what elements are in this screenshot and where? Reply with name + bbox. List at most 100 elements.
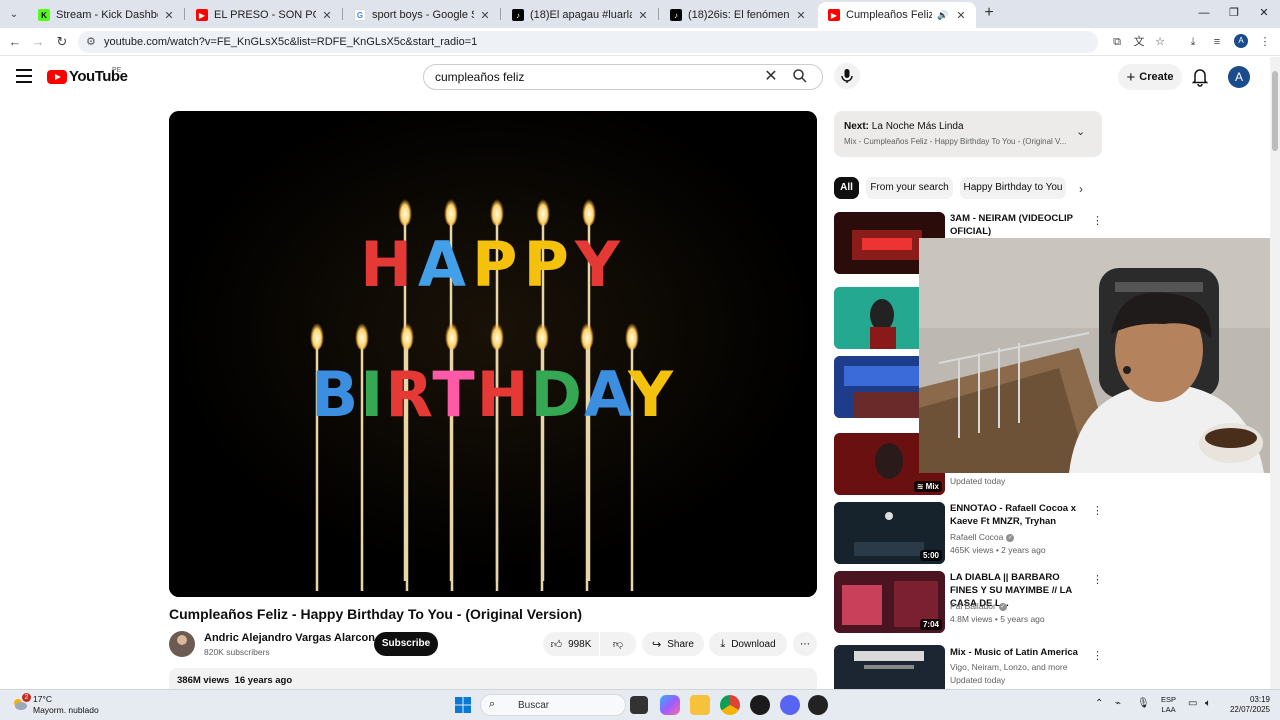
minimize-window-button[interactable]: — (1194, 4, 1214, 22)
create-button[interactable]: + Create (1118, 64, 1182, 90)
weather-description[interactable]: Mayorm. nublado (33, 705, 99, 715)
file-explorer-icon[interactable] (690, 695, 710, 715)
chrome-icon[interactable] (720, 695, 740, 715)
account-avatar[interactable]: A (1228, 66, 1250, 88)
hamburger-menu-icon[interactable] (16, 69, 32, 83)
more-actions-button[interactable]: ⋯ (793, 632, 817, 656)
google-icon: G (354, 9, 366, 21)
playlist-name: Mix - Cumpleaños Feliz - Happy Birthday … (844, 137, 1067, 146)
reload-button[interactable]: ↻ (53, 33, 71, 51)
channel-name[interactable]: Rafaell Cocoa ✓ (950, 532, 1015, 542)
search-icon: ⌕ (489, 698, 496, 710)
weather-temperature[interactable]: 17°C (33, 694, 52, 704)
like-button[interactable]: 👍︎ 998K (543, 632, 599, 656)
chevron-right-icon[interactable]: › (1079, 182, 1083, 196)
video-title[interactable]: ENNOTAO - Rafaell Cocoa x Kaeve Ft MNZR,… (950, 502, 1090, 528)
browser-tab-active-youtube[interactable]: ▶ Cumpleaños Feliz - Happy B 🔊 ✕ (818, 2, 976, 28)
forward-button[interactable]: → (29, 33, 47, 51)
tab-search-icon[interactable]: ⌄ (4, 4, 24, 24)
close-tab-icon[interactable]: ✕ (162, 9, 176, 22)
new-tab-button[interactable]: + (980, 4, 998, 22)
cast-icon[interactable]: ⧉ (1108, 33, 1126, 51)
search-icon[interactable] (790, 68, 810, 86)
video-title[interactable]: 3AM - NEIRAM (VIDEOCLIP OFICIAL) (950, 212, 1090, 238)
wifi-icon[interactable]: ▭ (1188, 698, 1197, 709)
browser-tab-kick[interactable]: K Stream - Kick Dashboard ✕ (28, 2, 184, 28)
dislike-button[interactable]: 👎︎ (600, 632, 636, 656)
search-input[interactable]: cumpleaños feliz ✕ (423, 64, 823, 90)
voice-search-button[interactable] (834, 63, 860, 89)
browser-tab-strip: ⌄ K Stream - Kick Dashboard ✕ ▶ EL PRESO… (0, 0, 1280, 28)
browser-profile-avatar[interactable]: A (1234, 34, 1248, 48)
channel-avatar[interactable] (169, 631, 195, 657)
reading-list-icon[interactable]: ≡ (1208, 33, 1226, 51)
chevron-down-icon[interactable]: ⌄ (1076, 125, 1085, 138)
microphone-tray-icon[interactable]: 🎙︎ (1137, 698, 1150, 709)
video-thumbnail[interactable] (834, 645, 945, 689)
close-tab-icon[interactable]: ✕ (636, 9, 650, 22)
subscriber-count: 820K subscribers (204, 647, 270, 657)
notifications-bell-icon[interactable] (1191, 67, 1209, 87)
more-vertical-icon[interactable]: ⋮ (1092, 573, 1103, 586)
close-tab-icon[interactable]: ✕ (320, 9, 334, 22)
audio-playing-icon[interactable]: 🔊 (936, 10, 950, 21)
video-stats: 465K views • 2 years ago (950, 545, 1046, 555)
close-window-button[interactable]: ✕ (1254, 4, 1274, 22)
channel-name[interactable]: Andric Alejandro Vargas Alarcon (204, 632, 375, 644)
share-button[interactable]: ↪ Share (642, 632, 704, 656)
download-button[interactable]: ⤓ Download (709, 632, 787, 656)
close-tab-icon[interactable]: ✕ (794, 9, 808, 22)
network-icon[interactable]: ⌁ (1115, 698, 1121, 709)
more-vertical-icon[interactable]: ⋮ (1092, 214, 1103, 227)
system-clock[interactable]: 03:19 22/07/2025 (1226, 695, 1270, 715)
candle-letter: I (360, 358, 385, 431)
more-vertical-icon[interactable]: ⋮ (1092, 504, 1103, 517)
video-thumbnail[interactable]: 7:04 (834, 571, 945, 633)
chip-all[interactable]: All (834, 177, 859, 199)
verified-icon: ✓ (998, 602, 1007, 611)
windows-start-icon[interactable] (453, 695, 473, 715)
mix-artists: Vigo, Neiram, Lonzo, and more (950, 662, 1068, 672)
address-bar[interactable]: ⚙ youtube.com/watch?v=FE_KnGLsX5c&list=R… (78, 31, 1098, 53)
subscribe-button[interactable]: Subscribe (374, 632, 438, 656)
restore-window-button[interactable]: ❐ (1224, 4, 1244, 22)
site-info-icon[interactable]: ⚙ (86, 35, 96, 48)
browser-menu-icon[interactable]: ⋮ (1256, 33, 1274, 51)
scrollbar-thumb[interactable] (1272, 71, 1278, 151)
app-icon[interactable] (750, 695, 770, 715)
show-hidden-icons-chevron-icon[interactable]: ⌃ (1095, 698, 1103, 709)
browser-tab-el-preso[interactable]: ▶ EL PRESO - SON PORTEÑO DE ✕ (186, 2, 342, 28)
video-thumbnail[interactable]: 5:00 (834, 502, 945, 564)
browser-tab-tiktok-1[interactable]: ♪ (18)El apagau #luarlal #manol ✕ (502, 2, 658, 28)
webcam-person-image (919, 238, 1280, 473)
channel-name[interactable]: Pal Bailador ✓ (950, 601, 1007, 611)
clear-search-icon[interactable]: ✕ (762, 68, 780, 86)
translate-icon[interactable]: 文 (1130, 33, 1148, 51)
close-tab-icon[interactable]: ✕ (954, 9, 968, 22)
page-scrollbar[interactable] (1270, 57, 1280, 689)
chip-from-your-search[interactable]: From your search (866, 177, 953, 199)
task-view-icon[interactable] (630, 696, 648, 714)
candle-letter: Y (627, 358, 675, 431)
browser-tab-tiktok-2[interactable]: ♪ (18)26is: El fenómeno de la mú ✕ (660, 2, 816, 28)
playlist-next-panel[interactable]: Next: La Noche Más Linda Mix - Cumpleaño… (834, 111, 1102, 157)
media-player-icon[interactable] (808, 695, 828, 715)
input-language[interactable]: ESP LAA (1161, 695, 1176, 715)
taskbar-search-input[interactable]: ⌕ Buscar (480, 694, 626, 716)
copilot-icon[interactable] (660, 695, 680, 715)
browser-tab-google[interactable]: G sport boys - Google Search ✕ (344, 2, 500, 28)
downloads-icon[interactable]: ⤓ (1184, 33, 1202, 51)
more-vertical-icon[interactable]: ⋮ (1092, 649, 1103, 662)
candle-flame (582, 196, 596, 226)
bookmark-star-icon[interactable]: ☆ (1151, 33, 1169, 51)
video-title[interactable]: Mix - Music of Latin America (950, 646, 1090, 659)
country-code: PE (112, 67, 122, 74)
video-player[interactable]: HAPPY BIRTHDAY (169, 111, 817, 597)
discord-icon[interactable] (780, 695, 800, 715)
plus-icon: + (1126, 68, 1136, 86)
back-button[interactable]: ← (6, 33, 24, 51)
candle-flame (625, 320, 639, 350)
volume-icon[interactable]: 🔈︎ (1205, 698, 1211, 709)
close-tab-icon[interactable]: ✕ (478, 9, 492, 22)
chip-happy-birthday[interactable]: Happy Birthday to You (960, 177, 1066, 199)
